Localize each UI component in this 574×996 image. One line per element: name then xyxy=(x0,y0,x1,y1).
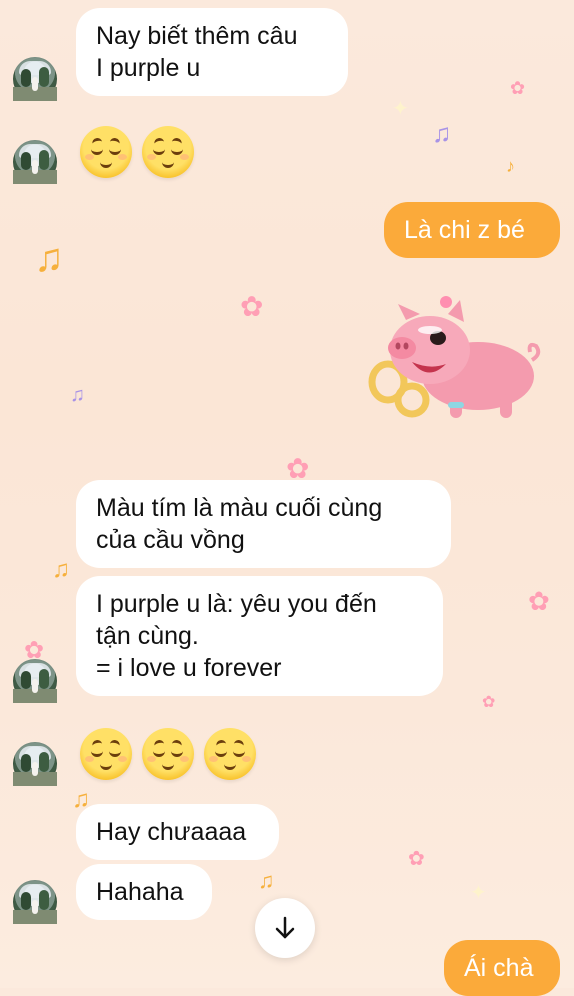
message-bubble-incoming[interactable]: Màu tím là màu cuối cùng của cầu vồng xyxy=(76,480,451,568)
message-bubble-incoming[interactable]: Nay biết thêm câu I purple u xyxy=(76,8,348,96)
avatar[interactable] xyxy=(13,659,57,703)
pink-pig-sticker[interactable] xyxy=(368,296,544,426)
flower-icon: ✿ xyxy=(510,78,526,98)
message-bubble-incoming[interactable]: I purple u là: yêu you đến tận cùng. = i… xyxy=(76,576,443,696)
music-note-icon: ♫ xyxy=(432,118,452,148)
relieved-face-emoji xyxy=(80,728,132,780)
message-text: tận cùng. xyxy=(96,622,199,650)
music-note-icon: ♪ xyxy=(506,156,515,176)
message-text: Nay biết thêm câu xyxy=(96,22,298,50)
avatar[interactable] xyxy=(13,742,57,786)
arrow-down-icon xyxy=(275,916,295,939)
emoji-message[interactable] xyxy=(80,126,194,178)
message-text: của cầu vồng xyxy=(96,526,245,554)
message-text: Hahaha xyxy=(96,878,184,906)
flower-icon: ✿ xyxy=(482,694,496,711)
relieved-face-emoji xyxy=(80,126,132,178)
scroll-to-bottom-button[interactable] xyxy=(255,898,315,958)
message-bubble-outgoing[interactable]: Là chi z bé xyxy=(384,202,560,258)
message-text: I purple u xyxy=(96,54,201,82)
message-text: Hay chưaaaa xyxy=(96,818,247,846)
avatar[interactable] xyxy=(13,140,57,184)
message-text: I purple u là: yêu you đến xyxy=(96,590,377,618)
flower-icon: ✿ xyxy=(240,291,264,322)
message-bubble-incoming[interactable]: Hay chưaaaa xyxy=(76,804,279,860)
message-text: Là chi z bé xyxy=(404,216,525,244)
flower-icon: ✿ xyxy=(408,848,425,870)
sparkle-icon: ✦ xyxy=(392,98,409,120)
music-note-icon: ♫ xyxy=(70,384,85,406)
message-text: Ái chà xyxy=(464,954,534,982)
avatar[interactable] xyxy=(13,57,57,101)
message-text: = i love u forever xyxy=(96,654,282,682)
message-bubble-incoming[interactable]: Hahaha xyxy=(76,864,212,920)
relieved-face-emoji xyxy=(142,728,194,780)
relieved-face-emoji xyxy=(204,728,256,780)
flower-icon: ✿ xyxy=(528,586,550,616)
music-note-icon: ♫ xyxy=(258,868,275,893)
music-note-icon: ♫ xyxy=(52,556,70,583)
relieved-face-emoji xyxy=(142,126,194,178)
message-text: Màu tím là màu cuối cùng xyxy=(96,494,383,522)
music-note-icon: ♫ xyxy=(34,236,64,280)
sparkle-icon: ✦ xyxy=(470,882,487,904)
chat-thread[interactable]: ♫ ♫ ♫ ✿ ✿ ✿ ✿ ✿ ✿ ✿ ♫ ♫ ♫ ♪ ✦ ✦ Nay biết… xyxy=(0,0,574,996)
emoji-message[interactable] xyxy=(80,728,256,780)
avatar[interactable] xyxy=(13,880,57,924)
